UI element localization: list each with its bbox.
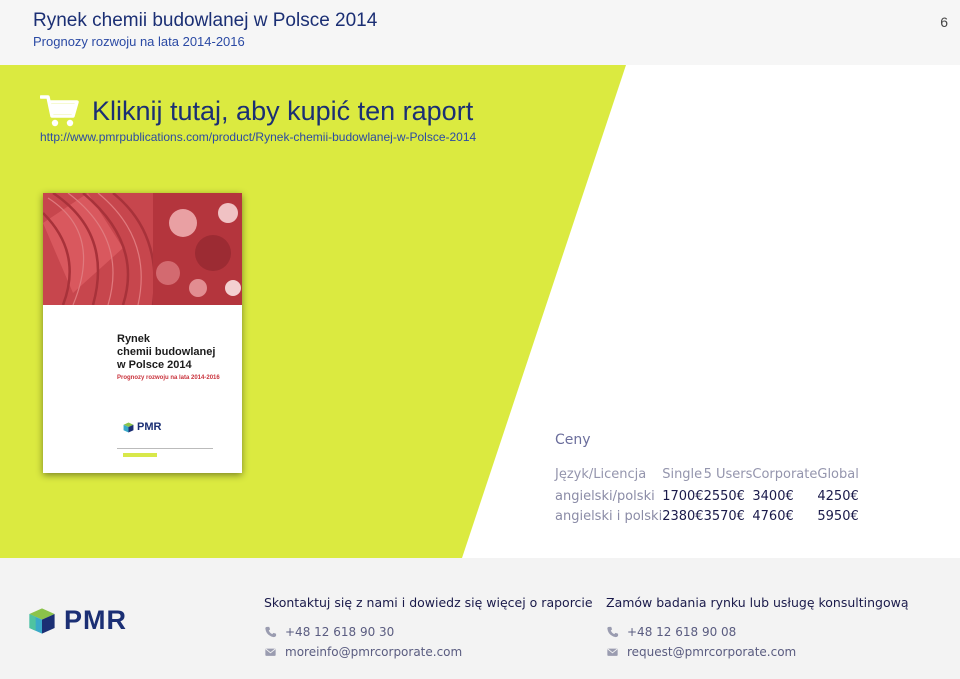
price-cell: angielski/polski (555, 488, 655, 504)
price-cell: angielski i polski (555, 508, 663, 524)
price-cell: 4250€ (817, 488, 859, 504)
contact-info-report: Skontaktuj się z nami i dowiedz się więc… (264, 595, 593, 659)
prices-title: Ceny (555, 432, 591, 448)
phone-icon (265, 626, 277, 638)
footer-logo-text: PMR (64, 605, 127, 635)
pmr-cube-icon (123, 422, 134, 432)
table-row: angielski/polski 1700€ 2550€ 3400€ 4250€ (555, 486, 859, 506)
price-cell: 3400€ (752, 488, 794, 504)
contact-email[interactable]: request@pmrcorporate.com (606, 645, 909, 659)
cover-subtitle: Prognozy rozwoju na lata 2014-2016 (117, 375, 220, 381)
cover-divider (117, 448, 213, 449)
cover-logo-text: PMR (137, 421, 162, 433)
cover-footer-mark (123, 453, 157, 457)
report-cover-image: Rynek chemii budowlanej w Polsce 2014 Pr… (43, 193, 242, 473)
page-subtitle: Prognozy rozwoju na lata 2014-2016 (33, 34, 245, 49)
page-number: 6 (940, 14, 948, 30)
cover-photo (43, 193, 242, 305)
prices-col-5users: 5 Users (703, 466, 753, 482)
contact-email[interactable]: moreinfo@pmrcorporate.com (264, 645, 593, 659)
envelope-icon (265, 648, 276, 656)
price-cell: 4760€ (752, 508, 794, 524)
main-content: Kliknij tutaj, aby kupić ten raport http… (0, 65, 960, 558)
contact-phone-text: +48 12 618 90 30 (285, 625, 395, 639)
report-url-link[interactable]: http://www.pmrpublications.com/product/R… (40, 130, 476, 144)
shopping-cart-icon (40, 95, 79, 127)
price-cell: 2550€ (703, 488, 745, 504)
footer-logo: PMR (28, 605, 127, 636)
phone-icon (607, 626, 619, 638)
prices-col-corporate: Corporate (752, 466, 818, 482)
prices-col-single: Single (662, 466, 703, 482)
contact-phone[interactable]: +48 12 618 90 30 (264, 625, 593, 639)
contact-email-text: moreinfo@pmrcorporate.com (285, 645, 463, 659)
cover-title: Rynek chemii budowlanej w Polsce 2014 (117, 333, 216, 371)
contact-phone-text: +48 12 618 90 08 (627, 625, 737, 639)
contact-phone[interactable]: +48 12 618 90 08 (606, 625, 909, 639)
table-row: angielski i polski 2380€ 3570€ 4760€ 595… (555, 506, 859, 526)
prices-col-global: Global (817, 466, 859, 482)
cover-logo: PMR (123, 421, 161, 433)
contact-info-orders: Zamów badania rynku lub usługę konsultin… (606, 595, 909, 659)
envelope-icon (607, 648, 618, 656)
price-cell: 2380€ (662, 508, 704, 524)
contact-email-text: request@pmrcorporate.com (627, 645, 797, 659)
prices-table: Język/Licencja Single 5 Users Corporate … (555, 462, 859, 526)
price-cell: 1700€ (662, 488, 704, 504)
contact-heading: Skontaktuj się z nami i dowiedz się więc… (264, 595, 593, 610)
contact-heading: Zamów badania rynku lub usługę konsultin… (606, 595, 909, 610)
pmr-cube-icon (29, 607, 55, 634)
price-cell: 5950€ (817, 508, 859, 524)
prices-header-row: Język/Licencja Single 5 Users Corporate … (555, 462, 859, 486)
price-cell: 3570€ (703, 508, 745, 524)
buy-report-link[interactable]: Kliknij tutaj, aby kupić ten raport (40, 93, 473, 129)
prices-col-language: Język/Licencja (555, 466, 647, 482)
page-footer: PMR Skontaktuj się z nami i dowiedz się … (0, 558, 960, 679)
page-header: Rynek chemii budowlanej w Polsce 2014 Pr… (0, 0, 960, 65)
buy-report-label: Kliknij tutaj, aby kupić ten raport (92, 95, 474, 126)
cover-texture (43, 193, 242, 305)
page-title: Rynek chemii budowlanej w Polsce 2014 (33, 10, 378, 31)
